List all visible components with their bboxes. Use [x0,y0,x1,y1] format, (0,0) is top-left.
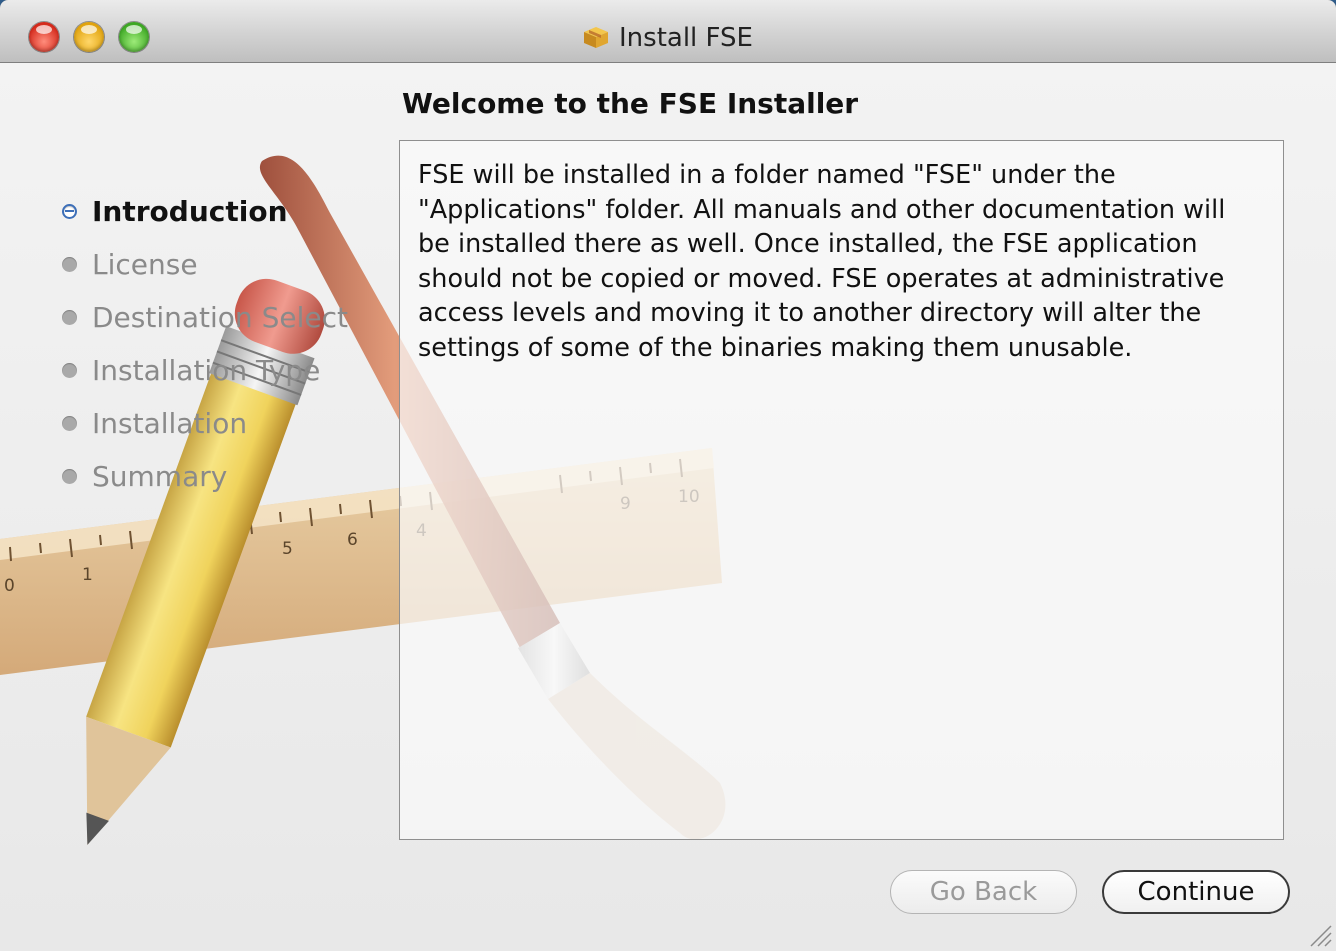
step-label: License [92,247,198,281]
step-installation-type: Installation Type [62,344,348,397]
step-label: Introduction [92,194,288,228]
installer-steps: Introduction License Destination Select … [62,185,348,503]
step-summary: Summary [62,450,348,503]
active-step-icon [62,204,77,219]
pending-step-icon [62,257,77,272]
window-title-group: Install FSE [0,22,1336,54]
step-label: Installation Type [92,353,321,387]
step-destination-select: Destination Select [62,291,348,344]
step-installation: Installation [62,397,348,450]
introduction-text-panel[interactable]: FSE will be installed in a folder named … [399,140,1284,840]
step-label: Destination Select [92,300,348,334]
step-label: Summary [92,459,228,493]
pending-step-icon [62,310,77,325]
step-label: Installation [92,406,248,440]
title-bar[interactable]: Install FSE [0,0,1336,63]
page-heading: Welcome to the FSE Installer [402,87,859,120]
installer-window: Install FSE 0 1 5 6 Welcome to the FSE I… [0,0,1336,951]
pending-step-icon [62,469,77,484]
window-title: Install FSE [619,23,753,53]
step-license: License [62,238,348,291]
pending-step-icon [62,416,77,431]
continue-button[interactable]: Continue [1102,870,1290,914]
pending-step-icon [62,363,77,378]
introduction-text: FSE will be installed in a folder named … [418,160,1226,363]
step-introduction: Introduction [62,185,348,238]
go-back-button[interactable]: Go Back [890,870,1077,914]
package-icon [584,26,609,48]
resize-grip-icon[interactable] [1307,922,1333,948]
